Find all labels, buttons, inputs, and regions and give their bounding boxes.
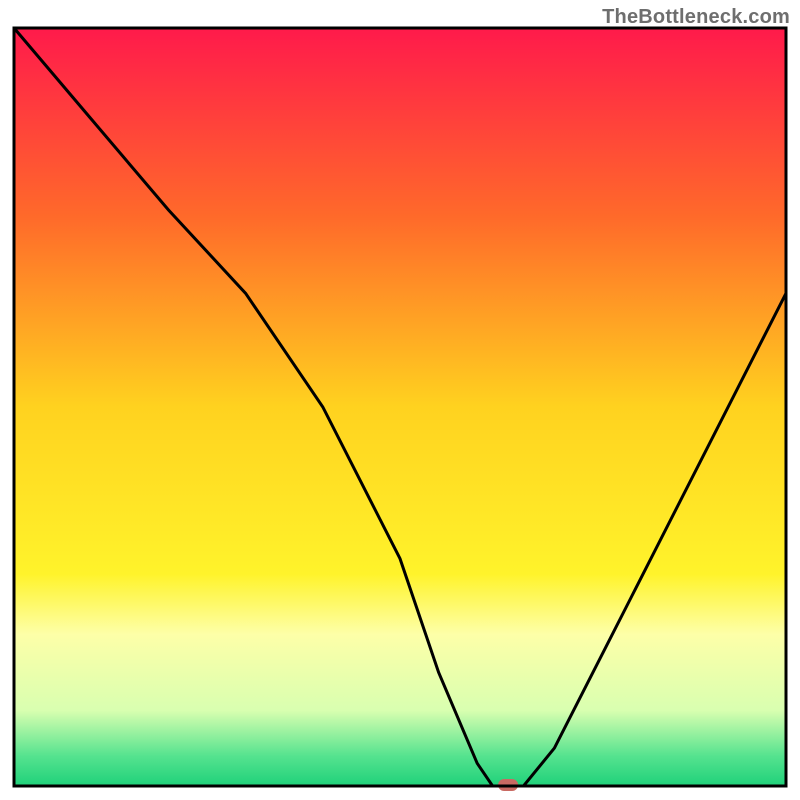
plot-background	[14, 28, 786, 786]
chart-canvas	[0, 0, 800, 800]
watermark-label: TheBottleneck.com	[602, 6, 790, 29]
bottleneck-chart: TheBottleneck.com	[0, 0, 800, 800]
